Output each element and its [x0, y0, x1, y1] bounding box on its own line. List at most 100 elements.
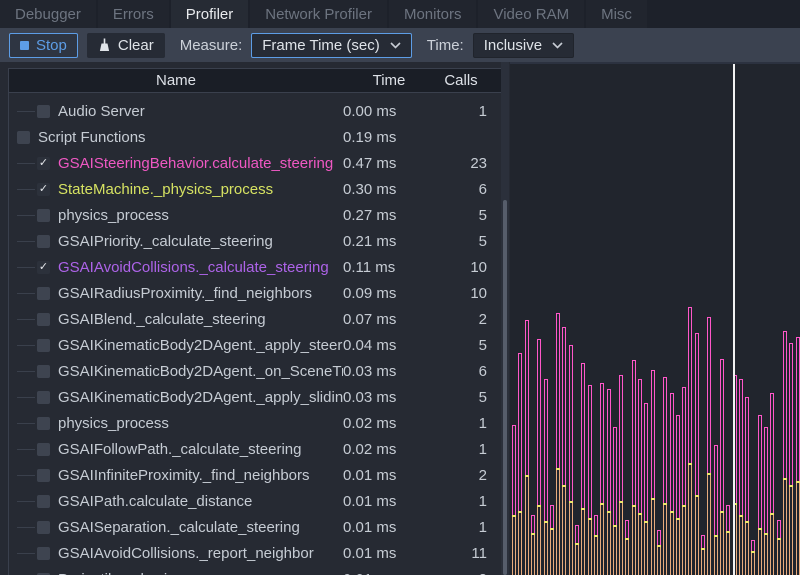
- tab-monitors[interactable]: Monitors: [389, 0, 477, 28]
- row-checkbox[interactable]: [37, 235, 50, 248]
- yellow-tick: [537, 505, 541, 507]
- row-checkbox[interactable]: ✓: [37, 183, 50, 196]
- frame-bar: [701, 535, 705, 575]
- row-checkbox[interactable]: [37, 469, 50, 482]
- function-name: GSAIKinematicBody2DAgent._on_SceneTr: [58, 363, 343, 380]
- frame-bar: [512, 425, 516, 575]
- function-time: 0.01 ms: [343, 519, 435, 536]
- table-row[interactable]: GSAIFollowPath._calculate_steering 0.02 …: [9, 436, 501, 462]
- function-name: GSAIKinematicBody2DAgent._apply_steeri: [58, 337, 343, 354]
- table-row[interactable]: physics_process 0.27 ms 5: [9, 202, 501, 228]
- tab-profiler[interactable]: Profiler: [171, 0, 249, 28]
- frame-bar: [720, 359, 724, 575]
- function-calls: 11: [435, 545, 487, 562]
- frame-bar: [607, 389, 611, 575]
- debugger-tab-bar: DebuggerErrorsProfilerNetwork ProfilerMo…: [0, 0, 800, 28]
- function-name: GSAISeparation._calculate_steering: [58, 519, 300, 536]
- table-row[interactable]: Audio Server 0.00 ms 1: [9, 98, 501, 124]
- frame-bar: [670, 393, 674, 575]
- table-row[interactable]: GSAIPriority._calculate_steering 0.21 ms…: [9, 228, 501, 254]
- vertical-scrollbar[interactable]: [501, 62, 509, 575]
- time-dropdown[interactable]: Inclusive: [473, 33, 574, 58]
- stop-button[interactable]: Stop: [9, 33, 78, 58]
- tab-misc[interactable]: Misc: [586, 0, 647, 28]
- function-name: GSAIAvoidCollisions._calculate_steering: [58, 259, 329, 276]
- table-row[interactable]: GSAIKinematicBody2DAgent._on_SceneTr 0.0…: [9, 358, 501, 384]
- row-checkbox[interactable]: [37, 339, 50, 352]
- frame-bar: [714, 445, 718, 575]
- table-row[interactable]: GSAIInfiniteProximity._find_neighbors 0.…: [9, 462, 501, 488]
- scrollbar-thumb[interactable]: [503, 200, 507, 575]
- function-name: GSAIKinematicBody2DAgent._apply_slidin: [58, 389, 343, 406]
- function-time: 0.02 ms: [343, 415, 435, 432]
- table-row[interactable]: ✓ GSAISteeringBehavior.calculate_steerin…: [9, 150, 501, 176]
- table-row[interactable]: Script Functions 0.19 ms: [9, 124, 501, 150]
- yellow-tick: [701, 548, 705, 550]
- frame-bar: [796, 337, 800, 575]
- yellow-tick: [569, 501, 573, 503]
- yellow-tick: [657, 545, 661, 547]
- frame-bar: [651, 370, 655, 575]
- row-checkbox[interactable]: [37, 365, 50, 378]
- row-checkbox[interactable]: ✓: [37, 157, 50, 170]
- row-checkbox[interactable]: [37, 287, 50, 300]
- yellow-tick: [751, 551, 755, 553]
- function-calls: 10: [435, 285, 487, 302]
- function-name: Audio Server: [58, 103, 145, 120]
- function-name: Projectile._physics_process: [58, 571, 243, 575]
- row-checkbox[interactable]: [37, 495, 50, 508]
- frame-time-graph[interactable]: [510, 62, 800, 575]
- tab-video-ram[interactable]: Video RAM: [478, 0, 584, 28]
- table-row[interactable]: GSAIKinematicBody2DAgent._apply_steeri 0…: [9, 332, 501, 358]
- column-header-time[interactable]: Time: [343, 69, 435, 93]
- table-row[interactable]: ✓ StateMachine._physics_process 0.30 ms …: [9, 176, 501, 202]
- function-time: 0.01 ms: [343, 545, 435, 562]
- yellow-tick: [525, 475, 529, 477]
- tree-guide-line: [17, 189, 35, 190]
- row-checkbox[interactable]: [37, 391, 50, 404]
- measure-dropdown[interactable]: Frame Time (sec): [251, 33, 412, 58]
- tab-debugger[interactable]: Debugger: [0, 0, 96, 28]
- frame-bar: [518, 353, 522, 575]
- yellow-tick: [720, 511, 724, 513]
- frame-bar: [588, 385, 592, 575]
- table-row[interactable]: ✓ GSAIAvoidCollisions._calculate_steerin…: [9, 254, 501, 280]
- yellow-tick: [764, 533, 768, 535]
- function-calls: 5: [435, 337, 487, 354]
- row-checkbox[interactable]: [37, 443, 50, 456]
- yellow-tick: [745, 521, 749, 523]
- row-checkbox[interactable]: [37, 547, 50, 560]
- yellow-tick: [550, 528, 554, 530]
- yellow-tick: [682, 505, 686, 507]
- table-row[interactable]: GSAIAvoidCollisions._report_neighbor 0.0…: [9, 540, 501, 566]
- clear-button-label: Clear: [118, 37, 154, 54]
- row-checkbox[interactable]: ✓: [37, 261, 50, 274]
- table-row[interactable]: GSAIRadiusProximity._find_neighbors 0.09…: [9, 280, 501, 306]
- tree-guide-line: [17, 475, 35, 476]
- table-row[interactable]: physics_process 0.02 ms 1: [9, 410, 501, 436]
- table-row[interactable]: GSAISeparation._calculate_steering 0.01 …: [9, 514, 501, 540]
- table-row[interactable]: Projectile._physics_process 0.01 2: [9, 566, 501, 575]
- row-checkbox[interactable]: [37, 313, 50, 326]
- tab-network-profiler[interactable]: Network Profiler: [250, 0, 387, 28]
- frame-bar: [644, 403, 648, 575]
- row-checkbox[interactable]: [37, 521, 50, 534]
- function-time: 0.01 ms: [343, 493, 435, 510]
- clear-button[interactable]: Clear: [87, 33, 165, 58]
- row-checkbox[interactable]: [37, 417, 50, 430]
- column-header-calls[interactable]: Calls: [435, 69, 487, 93]
- profiler-toolbar: Stop Clear Measure: Frame Time (sec) Tim…: [0, 28, 800, 62]
- row-checkbox[interactable]: [17, 131, 30, 144]
- frame-bar: [544, 379, 548, 575]
- frame-bar: [695, 333, 699, 575]
- row-checkbox[interactable]: [37, 105, 50, 118]
- table-row[interactable]: GSAIKinematicBody2DAgent._apply_slidin 0…: [9, 384, 501, 410]
- table-row[interactable]: GSAIBlend._calculate_steering 0.07 ms 2: [9, 306, 501, 332]
- column-header-name[interactable]: Name: [9, 69, 343, 93]
- table-row[interactable]: GSAIPath.calculate_distance 0.01 ms 1: [9, 488, 501, 514]
- tab-errors[interactable]: Errors: [98, 0, 169, 28]
- row-checkbox[interactable]: [37, 209, 50, 222]
- function-calls: 2: [435, 467, 487, 484]
- yellow-tick: [676, 518, 680, 520]
- tree-guide-line: [17, 449, 35, 450]
